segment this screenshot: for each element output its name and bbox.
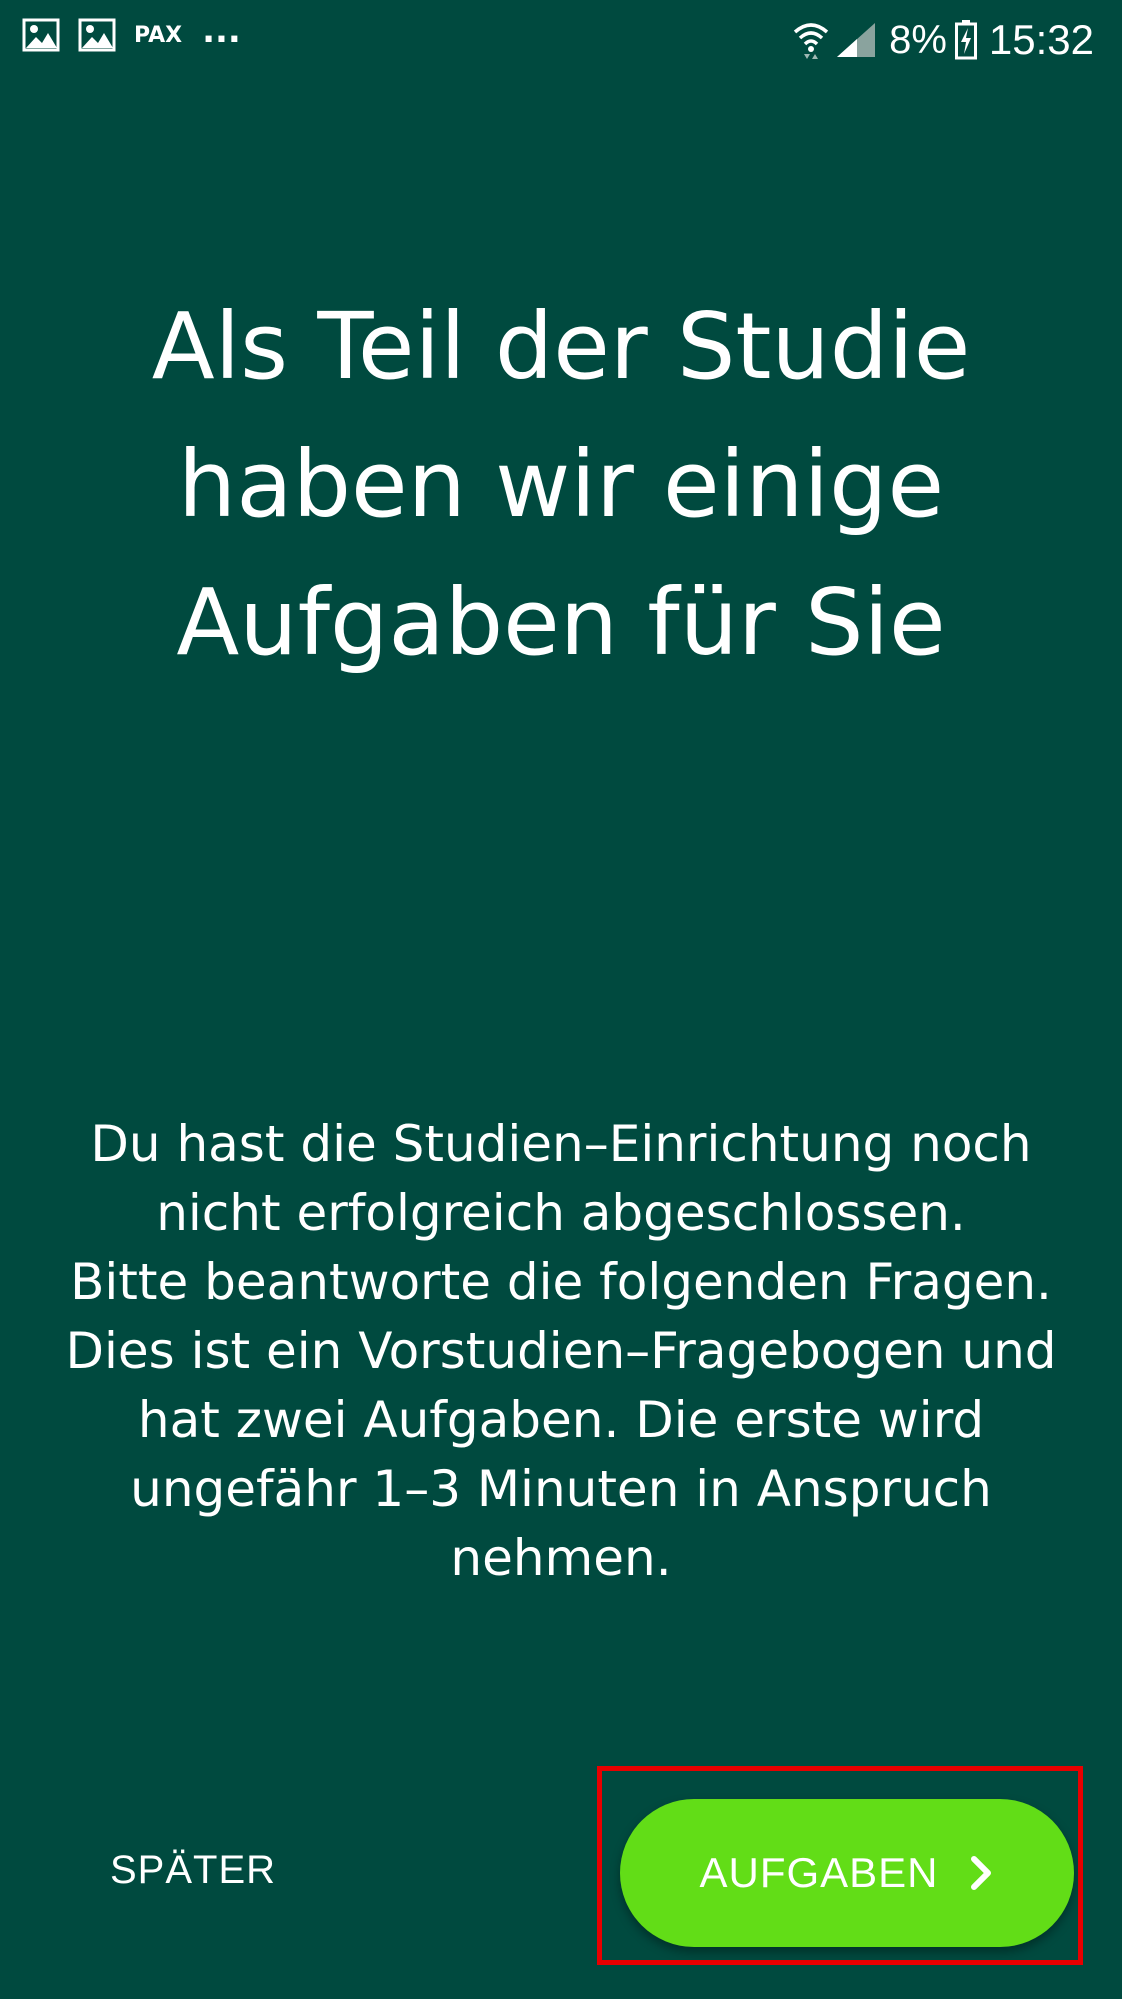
battery-percent: 8% — [889, 17, 947, 62]
wifi-icon — [793, 23, 829, 59]
image-icon — [22, 18, 60, 52]
chevron-right-icon — [970, 1856, 991, 1890]
description-text: Du hast die Studien–Einrichtung noch nic… — [40, 1110, 1082, 1593]
status-bar: PAX ... 8% 15:32 — [0, 0, 1122, 82]
description-paragraph-2: Bitte beantworte die folgenden Fragen. D… — [65, 1253, 1057, 1587]
later-button[interactable]: SPÄTER — [110, 1848, 276, 1893]
tasks-button[interactable]: AUFGABEN — [620, 1799, 1074, 1947]
page-title: Als Teil der Studie haben wir einige Auf… — [151, 293, 971, 676]
pax-notification-label: PAX — [134, 22, 183, 48]
notification-area: PAX ... — [22, 11, 241, 52]
signal-icon — [837, 23, 876, 57]
app-screen: PAX ... 8% 15:32 Als Teil der Studie hab… — [0, 0, 1122, 1999]
tasks-button-label: AUFGABEN — [699, 1849, 939, 1896]
clock: 15:32 — [988, 16, 1094, 63]
system-status-area: 8% 15:32 — [793, 16, 1094, 64]
description-paragraph-1: Du hast die Studien–Einrichtung noch nic… — [90, 1115, 1032, 1242]
image-icon — [78, 18, 116, 52]
more-notifications-indicator: ... — [202, 11, 241, 51]
battery-charging-icon — [954, 20, 977, 60]
